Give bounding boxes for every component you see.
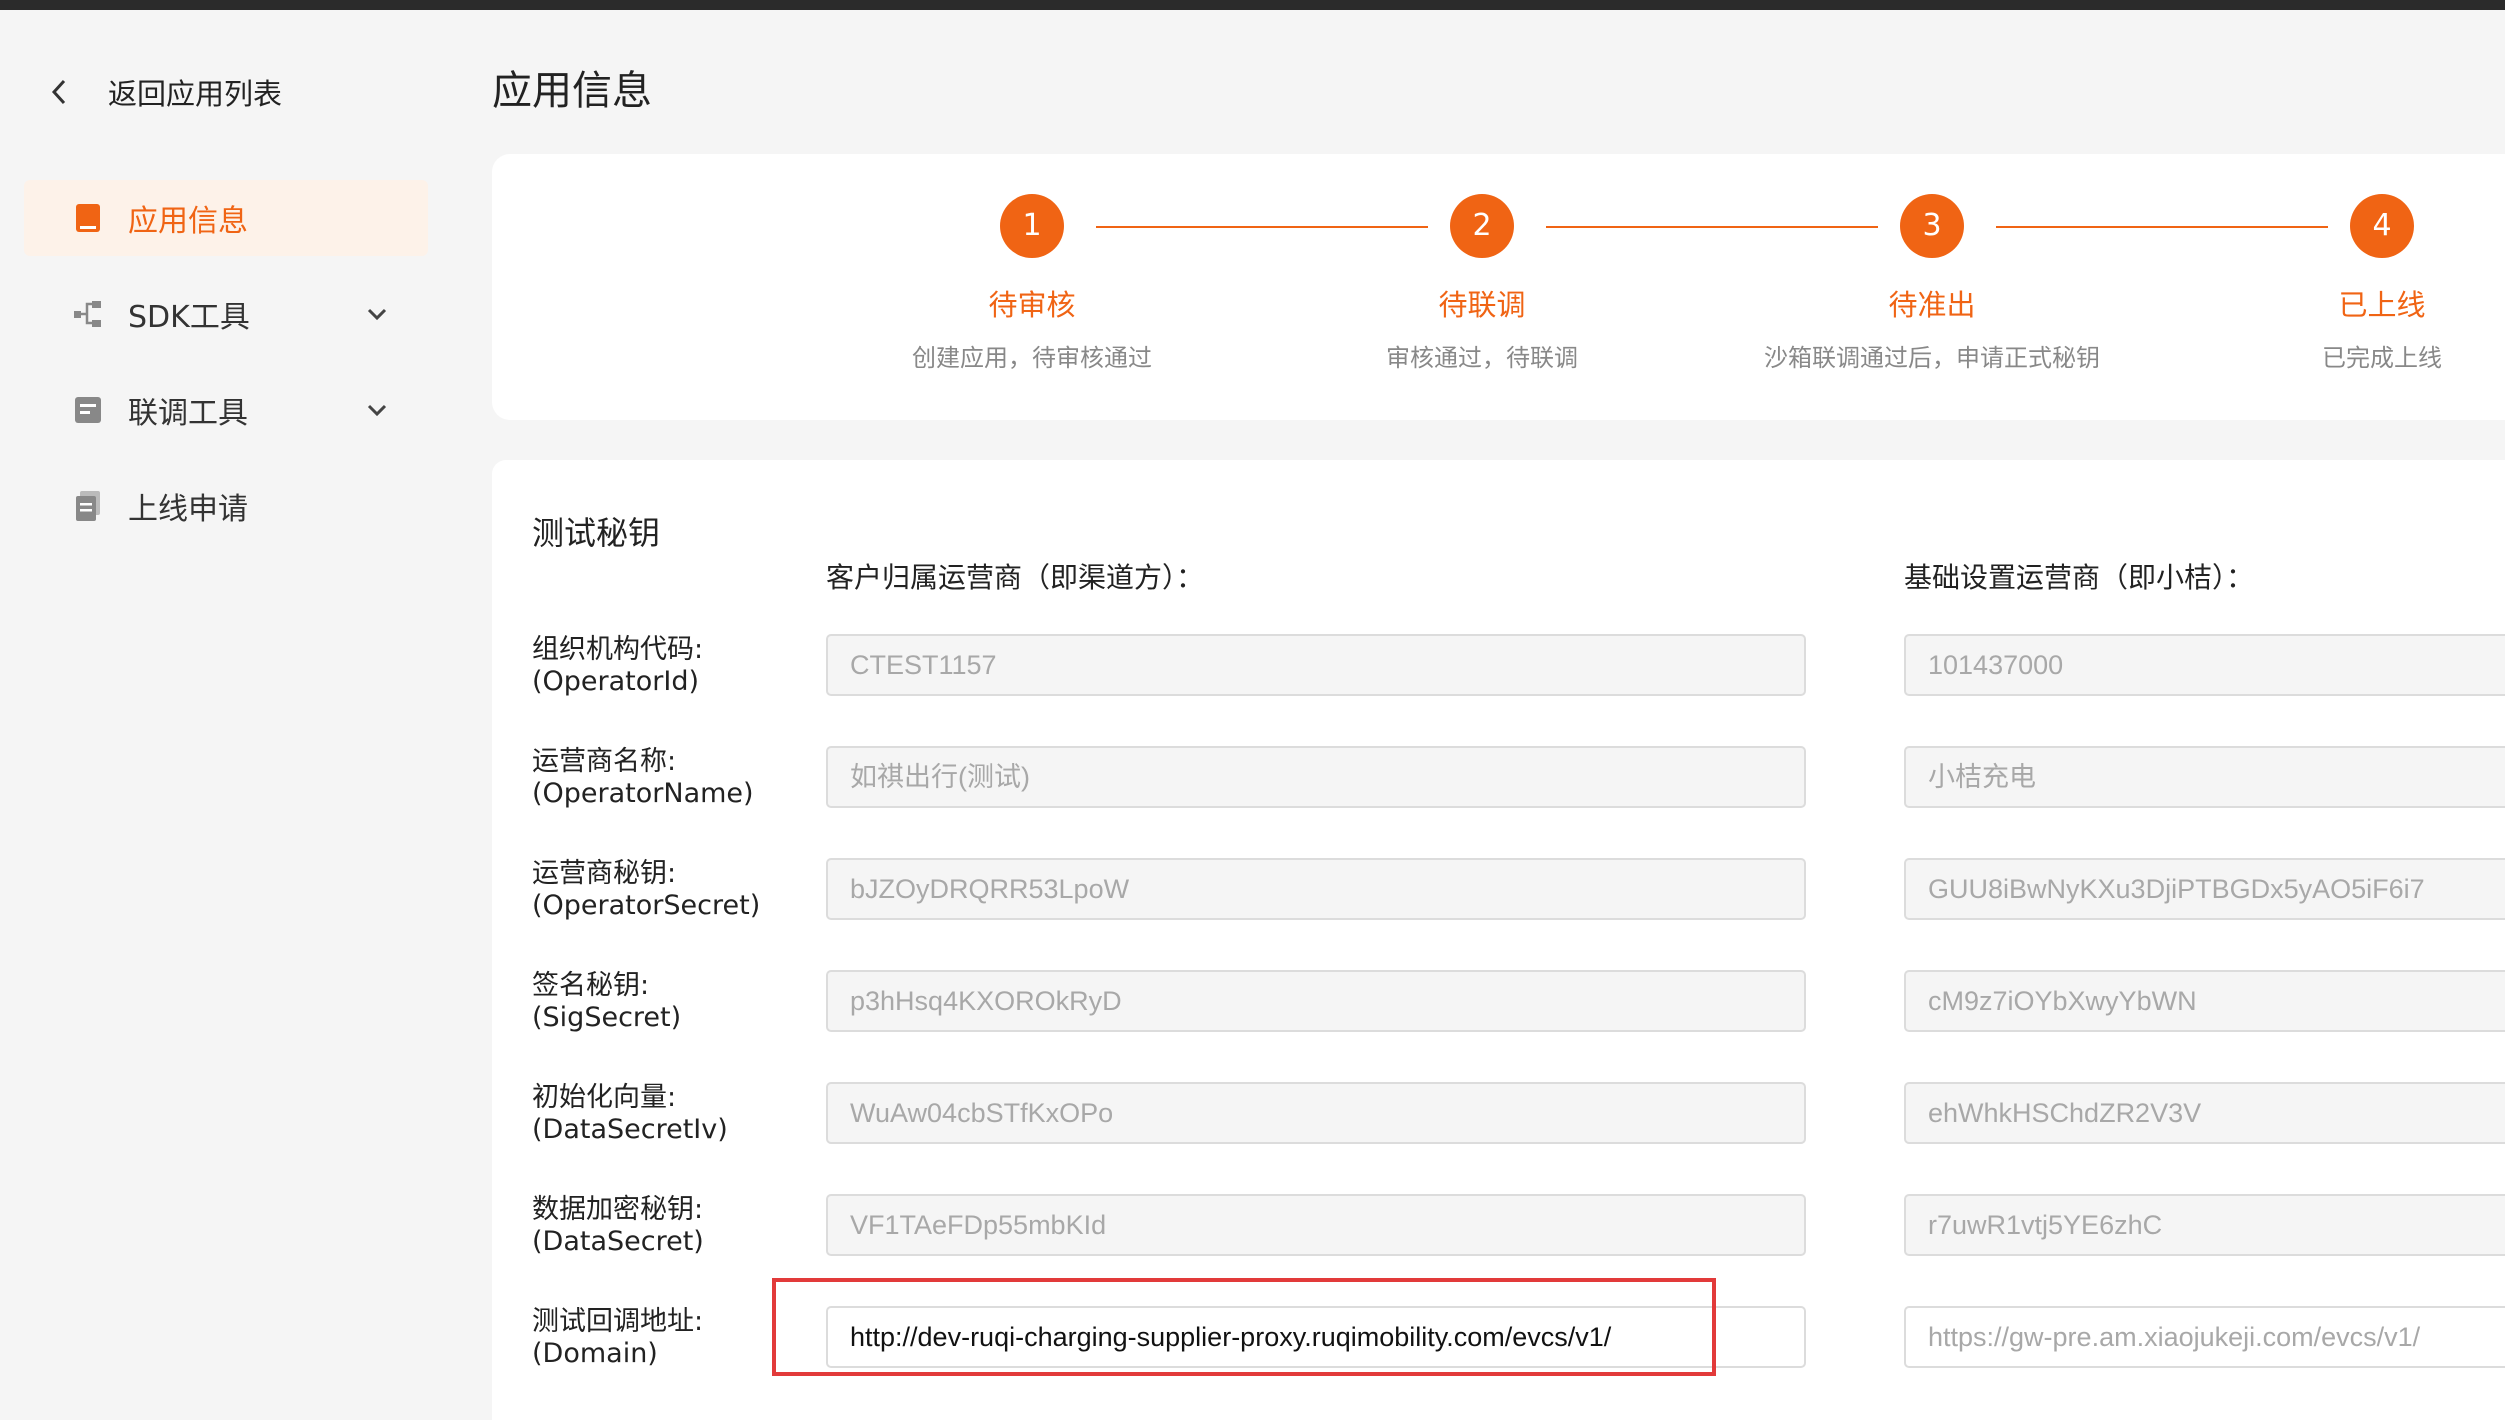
sidebar-item-label: 上线申请 xyxy=(128,492,248,527)
test-secrets-card xyxy=(492,460,2505,1420)
step-number: 2 xyxy=(1450,194,1514,258)
step-description: 已完成上线 xyxy=(2322,344,2442,372)
sidebar-item-launch-request[interactable]: 上线申请 xyxy=(24,468,428,544)
field-label: 运营商秘钥: (OperatorSecret) xyxy=(532,858,761,921)
operator-name-xiaoju-field[interactable]: 小桔充电 xyxy=(1904,746,2505,808)
progress-steps-card: 1 待审核 创建应用，待审核通过 2 待联调 审核通过，待联调 3 待准出 沙箱… xyxy=(492,154,2505,420)
field-label: 初始化向量: (DataSecretIv) xyxy=(532,1082,728,1145)
step-2: 2 待联调 审核通过，待联调 xyxy=(1282,194,1682,373)
book-icon xyxy=(72,202,104,234)
operator-id-channel-field[interactable]: CTEST1157 xyxy=(826,634,1806,696)
step-3: 3 待准出 沙箱联调通过后，申请正式秘钥 xyxy=(1732,194,2132,373)
top-bar xyxy=(0,0,2505,10)
field-label: 组织机构代码: (OperatorId) xyxy=(532,634,704,697)
step-title: 待联调 xyxy=(1438,288,1526,322)
step-number: 1 xyxy=(1000,194,1064,258)
step-number: 4 xyxy=(2350,194,2414,258)
chevron-down-icon xyxy=(367,308,387,321)
chevron-down-icon xyxy=(367,404,387,417)
operator-name-channel-field[interactable]: 如祺出行(测试) xyxy=(826,746,1806,808)
sidebar-item-debug-tools[interactable]: 联调工具 xyxy=(24,372,428,448)
step-1: 1 待审核 创建应用，待审核通过 xyxy=(832,194,1232,373)
step-title: 待审核 xyxy=(988,288,1076,322)
back-to-app-list-link[interactable]: 返回应用列表 xyxy=(48,70,282,114)
data-secret-channel-field[interactable]: VF1TAeFDp55mbKId xyxy=(826,1194,1806,1256)
document-icon xyxy=(72,490,104,522)
callback-domain-xiaoju-field[interactable]: https://gw-pre.am.xiaojukeji.com/evcs/v1… xyxy=(1904,1306,2505,1368)
tree-icon xyxy=(72,298,104,330)
sidebar-item-sdk-tools[interactable]: SDK工具 xyxy=(24,276,428,352)
step-title: 待准出 xyxy=(1888,288,1976,322)
step-number: 3 xyxy=(1900,194,1964,258)
data-secret-iv-xiaoju-field[interactable]: ehWhkHSChdZR2V3V xyxy=(1904,1082,2505,1144)
sig-secret-channel-field[interactable]: p3hHsq4KXOROkRyD xyxy=(826,970,1806,1032)
sidebar-item-label: 应用信息 xyxy=(128,204,248,239)
field-label: 签名秘钥: (SigSecret) xyxy=(532,970,682,1033)
field-label: 运营商名称: (OperatorName) xyxy=(532,746,754,809)
sig-secret-xiaoju-field[interactable]: cM9z7iOYbXwyYbWN xyxy=(1904,970,2505,1032)
step-4: 4 已上线 已完成上线 xyxy=(2182,194,2505,373)
operator-secret-xiaoju-field[interactable]: GUU8iBwNyKXu3DjiPTBGDx5yAO5iF6i7 xyxy=(1904,858,2505,920)
column-header-channel: 客户归属运营商（即渠道方）： xyxy=(826,561,1205,594)
operator-secret-channel-field[interactable]: bJZOyDRQRR53LpoW xyxy=(826,858,1806,920)
data-secret-xiaoju-field[interactable]: r7uwR1vtj5YE6zhC xyxy=(1904,1194,2505,1256)
sidebar-item-app-info[interactable]: 应用信息 xyxy=(24,180,428,256)
operator-id-xiaoju-field[interactable]: 101437000 xyxy=(1904,634,2505,696)
field-label: 数据加密秘钥: (DataSecret) xyxy=(532,1194,704,1257)
field-label: 测试回调地址: (Domain) xyxy=(532,1306,704,1369)
sidebar-item-label: 联调工具 xyxy=(128,396,248,431)
section-title: 测试秘钥 xyxy=(532,514,661,552)
step-description: 审核通过，待联调 xyxy=(1386,344,1578,372)
toolbox-icon xyxy=(72,394,104,426)
step-title: 已上线 xyxy=(2338,288,2426,322)
sidebar-item-label: SDK工具 xyxy=(128,300,250,335)
back-label: 返回应用列表 xyxy=(108,77,283,111)
chevron-left-icon xyxy=(51,79,66,105)
page-title: 应用信息 xyxy=(492,68,652,114)
column-header-xiaoju: 基础设置运营商（即小桔）： xyxy=(1904,561,2255,594)
data-secret-iv-channel-field[interactable]: WuAw04cbSTfKxOPo xyxy=(826,1082,1806,1144)
step-description: 创建应用，待审核通过 xyxy=(912,344,1152,372)
step-description: 沙箱联调通过后，申请正式秘钥 xyxy=(1764,344,2100,372)
callback-domain-channel-input[interactable]: http://dev-ruqi-charging-supplier-proxy.… xyxy=(826,1306,1806,1368)
